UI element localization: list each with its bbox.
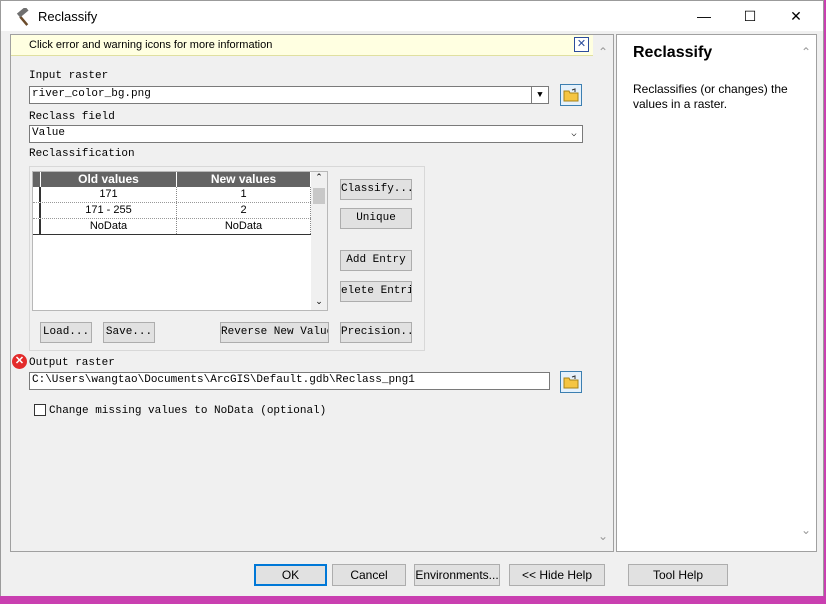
chevron-down-icon[interactable]: ⌄ xyxy=(311,296,327,310)
new-value-cell[interactable]: 2 xyxy=(177,203,311,218)
row-header[interactable] xyxy=(33,219,41,234)
reclassification-label: Reclassification xyxy=(29,148,135,160)
button-bar: OK Cancel Environments... << Hide Help T… xyxy=(1,554,823,596)
help-pane: Reclassify Reclassifies (or changes) the… xyxy=(616,34,817,552)
title-bar: Reclassify — ☐ ✕ xyxy=(1,1,823,31)
info-close-icon[interactable]: ✕ xyxy=(574,37,589,52)
chevron-down-icon[interactable]: ⌄ xyxy=(595,529,611,543)
classify-button[interactable]: Classify... xyxy=(340,179,412,200)
ok-button[interactable]: OK xyxy=(254,564,327,586)
reclassify-dialog: Reclassify — ☐ ✕ Click error and warning… xyxy=(0,0,824,596)
hide-help-button[interactable]: << Hide Help xyxy=(509,564,605,586)
folder-icon xyxy=(563,88,579,102)
chevron-down-icon[interactable]: ▼ xyxy=(531,87,548,103)
input-raster-browse-button[interactable] xyxy=(560,84,582,106)
reclass-field-value: Value xyxy=(32,127,66,139)
row-header-corner xyxy=(33,172,41,187)
output-raster-label: Output raster xyxy=(29,357,115,369)
hammer-icon xyxy=(16,8,29,26)
environments-button[interactable]: Environments... xyxy=(414,564,500,586)
table-scrollbar[interactable]: ⌃ ⌄ xyxy=(311,172,327,310)
table-header: Old values New values xyxy=(33,172,311,187)
tool-help-button[interactable]: Tool Help xyxy=(628,564,728,586)
info-bar: Click error and warning icons for more i… xyxy=(11,35,593,56)
column-header-new: New values xyxy=(177,172,311,187)
reclass-field-label: Reclass field xyxy=(29,111,115,123)
folder-icon xyxy=(563,375,579,389)
row-header[interactable] xyxy=(33,187,41,202)
new-value-cell[interactable]: 1 xyxy=(177,187,311,202)
input-raster-label: Input raster xyxy=(29,70,109,82)
info-text: Click error and warning icons for more i… xyxy=(29,39,273,51)
help-title: Reclassify xyxy=(633,44,713,61)
delete-entries-button[interactable]: elete Entrie xyxy=(340,281,412,302)
parameters-pane: Click error and warning icons for more i… xyxy=(10,34,614,552)
chevron-down-icon[interactable]: ⌵ xyxy=(566,126,582,142)
row-header[interactable] xyxy=(33,203,41,218)
window-title: Reclassify xyxy=(38,9,98,24)
close-button[interactable]: ✕ xyxy=(773,1,819,31)
load-button[interactable]: Load... xyxy=(40,322,92,343)
old-value-cell[interactable]: NoData xyxy=(41,219,177,234)
chevron-down-icon[interactable]: ⌄ xyxy=(798,523,814,537)
missing-values-label: Change missing values to NoData (optiona… xyxy=(49,405,327,417)
table-row[interactable]: 171 1 xyxy=(33,187,311,203)
table-row[interactable]: NoData NoData xyxy=(33,219,311,235)
old-value-cell[interactable]: 171 xyxy=(41,187,177,202)
input-raster-field[interactable]: river_color_bg.png ▼ xyxy=(29,86,549,104)
output-raster-field[interactable]: C:\Users\wangtao\Documents\ArcGIS\Defaul… xyxy=(29,372,550,390)
precision-button[interactable]: Precision... xyxy=(340,322,412,343)
chevron-up-icon[interactable]: ⌃ xyxy=(798,45,814,59)
input-raster-value: river_color_bg.png xyxy=(32,88,151,100)
table-row[interactable]: 171 - 255 2 xyxy=(33,203,311,219)
add-entry-button[interactable]: Add Entry xyxy=(340,250,412,271)
new-value-cell[interactable]: NoData xyxy=(177,219,311,234)
save-button[interactable]: Save... xyxy=(103,322,155,343)
reclassification-table[interactable]: Old values New values 171 1 171 - 255 2 … xyxy=(32,171,328,311)
help-description: Reclassifies (or changes) the values in … xyxy=(633,82,788,111)
reclassification-group: Old values New values 171 1 171 - 255 2 … xyxy=(29,166,425,351)
column-header-old: Old values xyxy=(41,172,177,187)
cancel-button[interactable]: Cancel xyxy=(332,564,406,586)
scroll-thumb[interactable] xyxy=(313,188,325,204)
chevron-up-icon[interactable]: ⌃ xyxy=(595,45,611,59)
maximize-button[interactable]: ☐ xyxy=(727,1,773,31)
missing-values-checkbox[interactable] xyxy=(34,404,46,416)
reclass-field-select[interactable]: Value ⌵ xyxy=(29,125,583,143)
error-icon[interactable]: ✕ xyxy=(12,354,27,369)
pane-scrollbar[interactable]: ⌃ ⌄ xyxy=(595,45,611,551)
reverse-new-values-button[interactable]: Reverse New Values xyxy=(220,322,329,343)
unique-button[interactable]: Unique xyxy=(340,208,412,229)
output-raster-browse-button[interactable] xyxy=(560,371,582,393)
minimize-button[interactable]: — xyxy=(681,1,727,31)
output-raster-value: C:\Users\wangtao\Documents\ArcGIS\Defaul… xyxy=(32,374,415,386)
chevron-up-icon[interactable]: ⌃ xyxy=(311,172,327,186)
old-value-cell[interactable]: 171 - 255 xyxy=(41,203,177,218)
